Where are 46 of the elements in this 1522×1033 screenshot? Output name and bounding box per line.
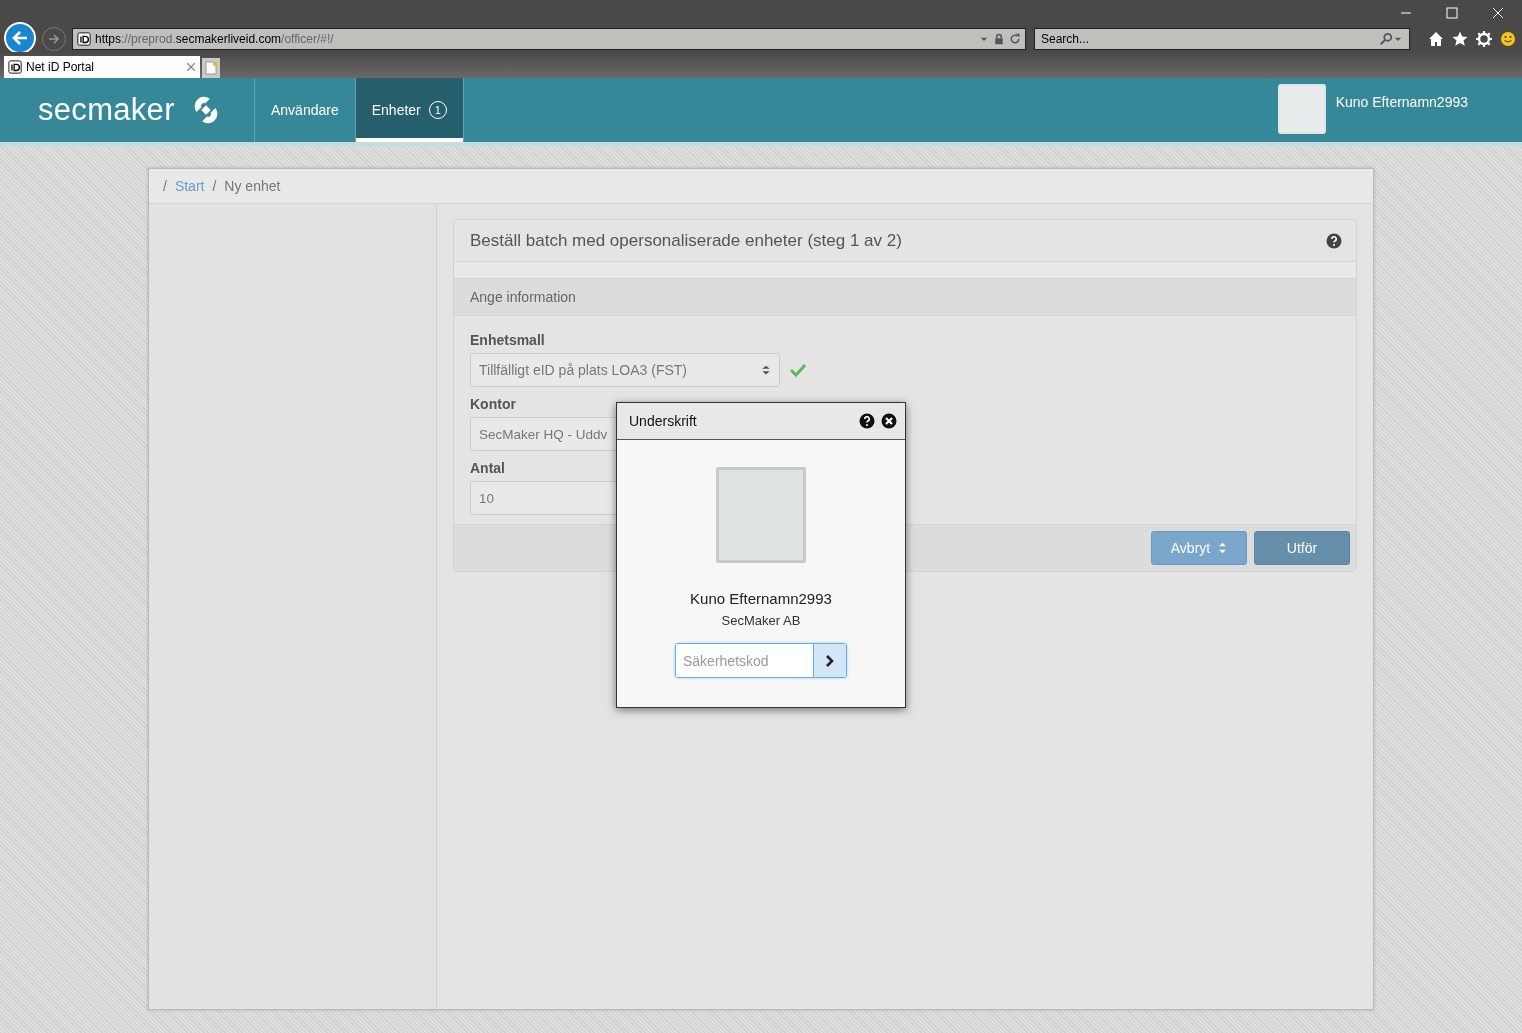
field-label: Kontor bbox=[470, 396, 517, 412]
help-icon bbox=[1326, 232, 1342, 249]
breadcrumb-current: Ny enhet bbox=[224, 178, 281, 194]
close-icon[interactable] bbox=[1492, 7, 1504, 19]
dialog-title: Underskrift bbox=[629, 413, 698, 429]
sort-caret-icon bbox=[761, 365, 771, 375]
sort-caret-icon bbox=[1218, 542, 1228, 554]
breadcrumb-separator: / bbox=[163, 178, 167, 194]
signer-organization: SecMaker AB bbox=[721, 613, 801, 628]
cancel-button[interactable]: Avbryt bbox=[1151, 531, 1247, 565]
refresh-icon bbox=[1009, 33, 1021, 45]
signer-name: Kuno Efternamn2993 bbox=[690, 590, 832, 607]
search-field[interactable]: Search... bbox=[1034, 28, 1410, 50]
nav-tab[interactable]: Enheter 1 bbox=[355, 78, 464, 142]
section-title: Ange information bbox=[470, 289, 576, 305]
back-button[interactable] bbox=[4, 22, 36, 54]
arrow-right-icon bbox=[48, 33, 60, 45]
search-icon bbox=[1379, 32, 1393, 46]
close-icon[interactable] bbox=[881, 413, 897, 429]
lock-icon bbox=[993, 33, 1005, 45]
browser-tab[interactable]: Net iD Portal bbox=[4, 56, 200, 78]
field-label: Enhetsmall bbox=[470, 332, 546, 348]
close-icon bbox=[186, 62, 196, 72]
breadcrumb-separator: / bbox=[212, 178, 217, 194]
template-select[interactable]: Tillfälligt eID på plats LOA3 (FST) bbox=[470, 353, 780, 387]
submit-button[interactable]: Utför bbox=[1254, 531, 1350, 565]
avatar[interactable] bbox=[1277, 84, 1326, 134]
input-field[interactable]: 10 bbox=[470, 481, 617, 515]
url-text: https://preprod.secmakerliveid.com/officer/#!/ bbox=[95, 32, 335, 46]
site-logo-icon bbox=[77, 32, 91, 46]
input-field[interactable]: SecMaker HQ - Uddv bbox=[470, 417, 617, 451]
settings-icon bbox=[1476, 31, 1492, 47]
site-logo-icon bbox=[8, 60, 22, 74]
user-name[interactable]: Kuno Efternamn2993 bbox=[1335, 84, 1468, 110]
nav-tab[interactable]: Användare bbox=[255, 78, 356, 142]
logo-text: secmaker bbox=[38, 92, 175, 128]
breadcrumb-link[interactable]: Start bbox=[174, 178, 205, 194]
home-icon bbox=[1428, 31, 1444, 47]
star-icon bbox=[1452, 31, 1468, 47]
help-icon[interactable] bbox=[859, 413, 875, 429]
smiley-icon bbox=[1500, 31, 1516, 47]
address-bar[interactable]: https://preprod.secmakerliveid.com/officer/#!/ bbox=[72, 28, 1026, 50]
maximize-icon[interactable] bbox=[1446, 7, 1458, 19]
field-label: Antal bbox=[470, 460, 506, 476]
card-title: Beställ batch med opersonaliserade enheter (steg 1 av 2) bbox=[470, 230, 903, 251]
arrow-left-icon bbox=[11, 29, 29, 47]
